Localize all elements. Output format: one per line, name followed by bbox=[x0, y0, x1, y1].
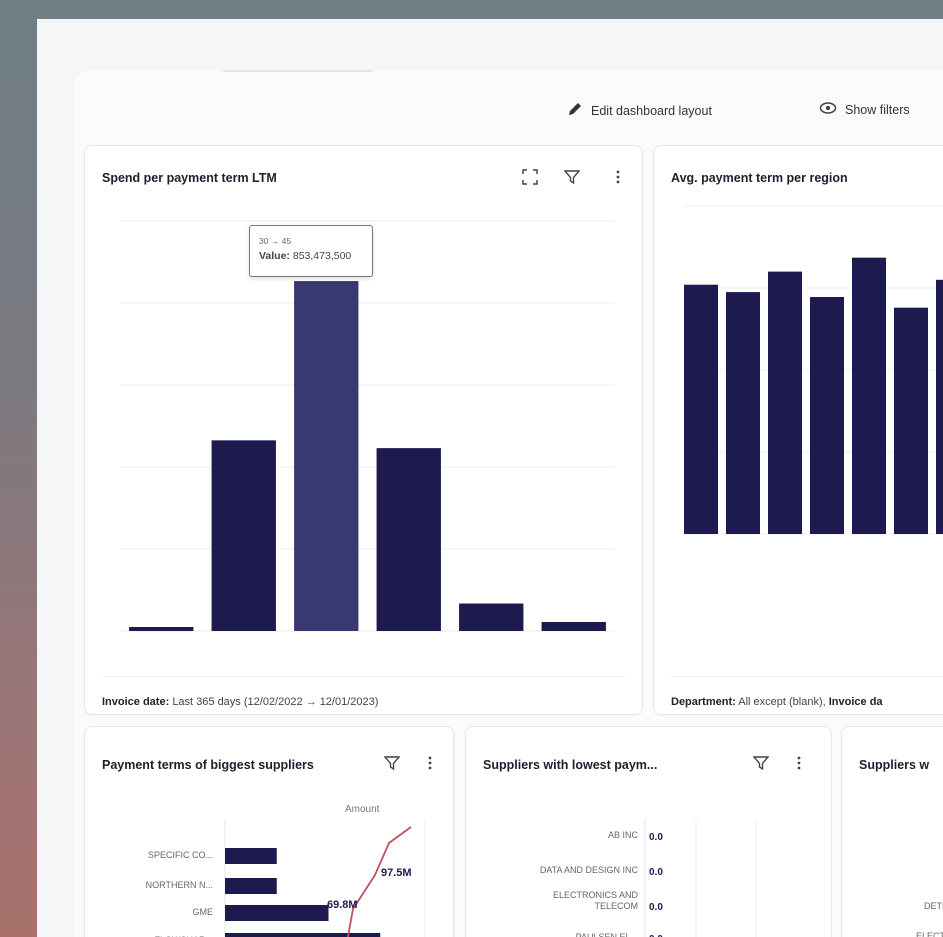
bar-2 bbox=[768, 271, 802, 534]
bar-0 bbox=[129, 627, 194, 631]
show-filters-button[interactable]: Show filters bbox=[819, 101, 910, 118]
tooltip-value-label: Value: bbox=[259, 250, 290, 262]
biggest-suppliers-chart: 97.5M 69.8M bbox=[224, 819, 426, 937]
bar-value-label: 0.0 bbox=[649, 867, 663, 878]
avg-bar-chart bbox=[684, 205, 943, 535]
line-value-label: 97.5M bbox=[381, 867, 412, 879]
bar-5 bbox=[894, 307, 928, 534]
avg-payment-term-region-card: Avg. payment term per region Department:… bbox=[653, 145, 943, 715]
pencil-icon bbox=[567, 101, 583, 120]
supplier-label: ELECTRICAL bbox=[916, 931, 943, 937]
bar-3 bbox=[376, 448, 441, 631]
tooltip-value: 853,473,500 bbox=[292, 250, 352, 262]
bar-4 bbox=[459, 603, 524, 631]
bar-0 bbox=[684, 284, 718, 534]
footer-value: Last 365 days (12/02/2022 → 12/01/2023) bbox=[172, 696, 379, 708]
footer-label-invoice: Invoice da bbox=[828, 696, 883, 708]
card-title: Suppliers w bbox=[859, 758, 930, 772]
bar-0 bbox=[225, 848, 277, 864]
tooltip-category: 30 → 45 bbox=[259, 236, 292, 246]
line-value-label: 69.8M bbox=[327, 899, 358, 911]
bar-3 bbox=[225, 933, 381, 937]
bar-value-label: 0.0 bbox=[649, 902, 663, 913]
spend-per-payment-term-card: Spend per payment term LTM 30 → 45 Value… bbox=[84, 145, 643, 715]
bar-6 bbox=[936, 279, 943, 534]
suppliers-third-card: Suppliers w 1CDETROIT IELECTRICAL bbox=[841, 726, 943, 937]
tooltip-value-row: Value: 853,473,500 bbox=[259, 250, 351, 262]
bar-2 bbox=[225, 905, 329, 921]
bar-4 bbox=[852, 257, 886, 534]
bar-5 bbox=[541, 621, 606, 631]
dashboard-frame: Edit dashboard layout Show filters Spend… bbox=[37, 19, 943, 937]
footer-label: Invoice date: bbox=[102, 696, 170, 708]
supplier-label: DETROIT I bbox=[924, 901, 943, 911]
eye-icon bbox=[819, 101, 837, 118]
card-footer: Department: All except (blank), Invoice … bbox=[671, 696, 883, 708]
show-filters-label: Show filters bbox=[845, 102, 910, 117]
spend-bar-chart bbox=[120, 220, 615, 632]
lowest-suppliers-chart: 0.00.00.00.0 bbox=[644, 819, 757, 937]
bar-2 bbox=[294, 281, 359, 631]
edit-dashboard-layout-label: Edit dashboard layout bbox=[591, 103, 712, 118]
chart-tooltip: 30 → 45 Value: 853,473,500 bbox=[249, 225, 373, 277]
biggest-suppliers-card: Payment terms of biggest suppliers Amoun… bbox=[84, 726, 454, 937]
edit-dashboard-layout-button[interactable]: Edit dashboard layout bbox=[567, 101, 712, 120]
card-footer-divider bbox=[671, 676, 943, 677]
bar-1 bbox=[726, 292, 760, 534]
amount-line bbox=[346, 826, 412, 937]
lowest-payment-suppliers-card: Suppliers with lowest paym... AB INC DATA… bbox=[465, 726, 832, 937]
bar-1 bbox=[211, 440, 276, 631]
bar-1 bbox=[225, 878, 277, 894]
bar-3 bbox=[810, 297, 844, 534]
card-footer-divider bbox=[102, 676, 625, 677]
bar-value-label: 0.0 bbox=[649, 832, 663, 843]
footer-value-department: All except (blank), bbox=[738, 696, 826, 708]
tab-indicator bbox=[223, 70, 373, 72]
card-footer: Invoice date: Last 365 days (12/02/2022 … bbox=[102, 696, 378, 708]
footer-label-department: Department: bbox=[671, 696, 736, 708]
